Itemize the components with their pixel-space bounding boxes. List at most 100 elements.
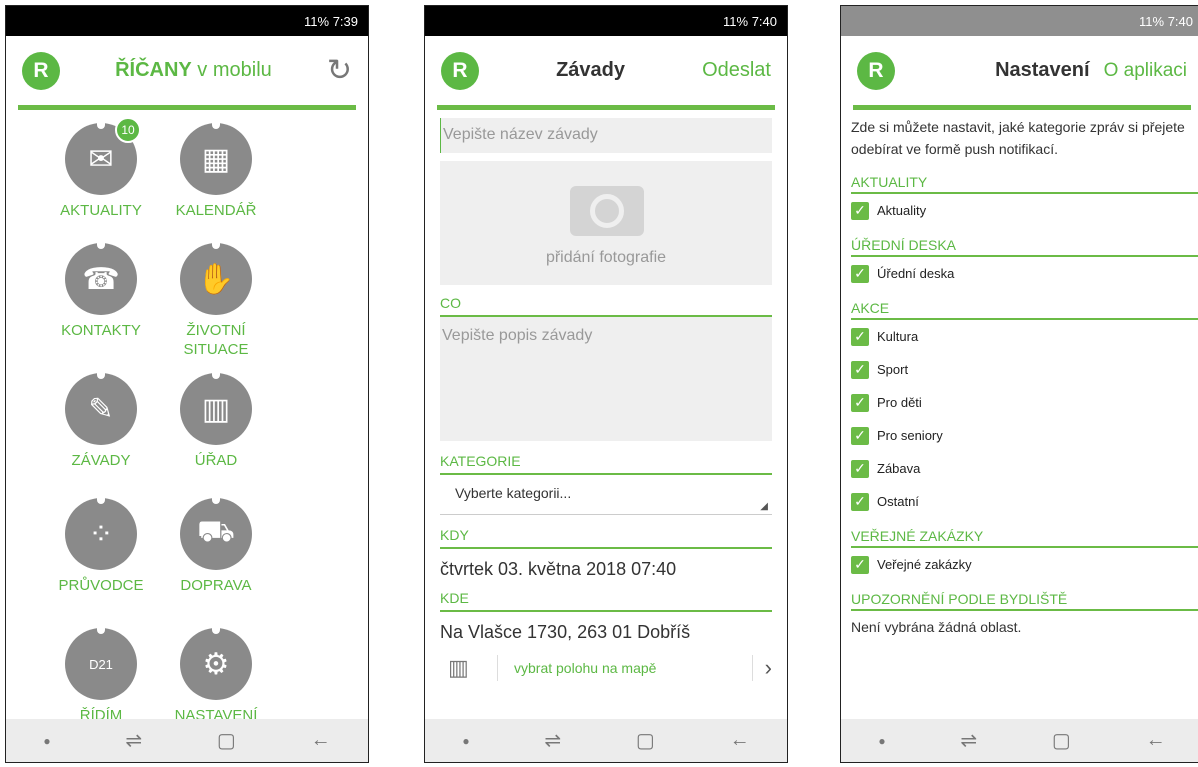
- checkmark-icon[interactable]: ✓: [851, 459, 869, 478]
- app-bar: R ŘÍČANY v mobilu ↻: [18, 36, 356, 110]
- d21-icon: D21: [65, 624, 137, 700]
- refresh-icon[interactable]: ↻: [327, 53, 352, 88]
- home-icon[interactable]: ▢: [636, 728, 655, 753]
- settings-section-title: AKTUALITY: [851, 174, 1198, 194]
- notification-checkbox[interactable]: ✓ Pro seniory: [851, 419, 1198, 452]
- menu-tile-label: KONTAKTY: [61, 322, 141, 339]
- status-text: 11% 7:40: [723, 13, 777, 29]
- photo-label: přidání fotografie: [545, 249, 667, 266]
- menu-tile-label: ZÁVADY: [71, 452, 131, 469]
- app-logo[interactable]: R: [857, 51, 895, 90]
- nav-dot-icon[interactable]: ●: [462, 734, 469, 748]
- notification-checkbox[interactable]: ✓ Kultura: [851, 320, 1198, 353]
- menu-tile[interactable]: ✎ ZÁVADY: [36, 369, 166, 470]
- settings-section-title: ÚŘEDNÍ DESKA: [851, 237, 1198, 257]
- status-bar: 11% 7:40: [841, 6, 1198, 36]
- checkmark-icon[interactable]: ✓: [851, 327, 869, 346]
- menu-tile[interactable]: ⁘ PRŮVODCE: [36, 494, 166, 595]
- checkmark-icon[interactable]: ✓: [851, 492, 869, 511]
- title-city: ŘÍČANY: [115, 59, 192, 81]
- unread-badge: 10: [115, 117, 141, 143]
- app-logo[interactable]: R: [441, 51, 479, 90]
- back-icon[interactable]: ←: [1146, 729, 1166, 752]
- menu-tile[interactable]: ⚙ NASTAVENÍ: [151, 624, 281, 725]
- add-photo-button[interactable]: přidání fotografie: [440, 161, 772, 285]
- menu-tile[interactable]: ⛟ DOPRAVA: [151, 494, 281, 595]
- notification-checkbox[interactable]: ✓ Ostatní: [851, 485, 1198, 518]
- datetime-value[interactable]: čtvrtek 03. května 2018 07:40: [440, 549, 772, 590]
- address-value: Na Vlašce 1730, 263 01 Dobříš: [440, 622, 691, 642]
- defect-description-input[interactable]: Vepište popis závady: [440, 317, 772, 441]
- app-logo[interactable]: R: [22, 51, 60, 90]
- back-icon[interactable]: ←: [311, 729, 331, 752]
- map-picker-row[interactable]: ▥ vybrat polohu na mapě ›: [440, 649, 772, 687]
- checkmark-icon[interactable]: ✓: [851, 393, 869, 412]
- kategorie-section-label: KATEGORIE: [440, 453, 772, 475]
- menu-tile[interactable]: ☎ KONTAKTY: [36, 239, 166, 340]
- menu-tile[interactable]: D21 ŘÍDÍM: [36, 624, 166, 725]
- defect-name-input[interactable]: Vepište název závady: [440, 118, 772, 153]
- phone-icon: ☎: [65, 239, 137, 315]
- notification-checkbox[interactable]: ✓ Zábava: [851, 452, 1198, 485]
- back-icon[interactable]: ←: [730, 729, 750, 752]
- recent-apps-icon[interactable]: ⇌: [125, 728, 142, 753]
- send-button[interactable]: Odeslat: [702, 59, 771, 82]
- menu-tile-label: ÚŘAD: [194, 452, 238, 469]
- page-title: Nastavení: [995, 59, 1090, 81]
- menu-tile-label: PRŮVODCE: [58, 577, 144, 594]
- menu-tile-label: ŽIVOTNÍ SITUACE: [183, 322, 249, 358]
- gears-icon: ⚙: [180, 624, 252, 700]
- checkmark-icon[interactable]: ✓: [851, 426, 869, 445]
- notification-checkbox[interactable]: ✓ Veřejné zakázky: [851, 548, 1198, 581]
- nav-dot-icon[interactable]: ●: [43, 734, 50, 748]
- home-icon[interactable]: ▢: [217, 728, 236, 753]
- notification-checkbox[interactable]: ✓ Sport: [851, 353, 1198, 386]
- settings-intro: Zde si můžete nastavit, jaké kategorie z…: [851, 119, 1185, 157]
- about-app-link[interactable]: O aplikaci: [1104, 60, 1187, 82]
- checkmark-icon[interactable]: ✓: [851, 360, 869, 379]
- camera-icon: [570, 186, 644, 236]
- page-title: Závady: [556, 59, 625, 81]
- nav-dot-icon[interactable]: ●: [878, 734, 885, 748]
- co-section-label: CO: [440, 295, 772, 317]
- kdy-section-label: KDY: [440, 527, 772, 549]
- home-icon[interactable]: ▢: [1052, 728, 1071, 753]
- settings-section-title: VEŘEJNÉ ZAKÁZKY: [851, 528, 1198, 548]
- no-area-text: Není vybrána žádná oblast.: [851, 619, 1022, 635]
- category-select-value: Vyberte kategorii...: [455, 485, 572, 501]
- checkbox-label: Aktuality: [877, 203, 927, 218]
- notification-checkbox[interactable]: ✓ Úřední deska: [851, 257, 1198, 290]
- calendar-icon: ▦: [180, 119, 252, 195]
- recent-apps-icon[interactable]: ⇌: [544, 728, 561, 753]
- checkbox-label: Sport: [877, 362, 909, 377]
- dropdown-corner-icon: ◢: [760, 501, 768, 512]
- chevron-right-icon[interactable]: ›: [751, 655, 772, 681]
- menu-tile[interactable]: ▥ ÚŘAD: [151, 369, 281, 470]
- menu-tile[interactable]: ▦ KALENDÁŘ: [151, 119, 281, 220]
- notification-checkbox[interactable]: ✓ Aktuality: [851, 194, 1198, 227]
- wrench-icon: ✎: [65, 369, 137, 445]
- settings-section-title: AKCE: [851, 300, 1198, 320]
- app-bar: R Závady Odeslat: [437, 36, 775, 110]
- checkbox-label: Zábava: [877, 461, 921, 476]
- category-select[interactable]: Vyberte kategorii... ◢: [440, 475, 772, 515]
- checkbox-label: Úřední deska: [877, 266, 955, 281]
- menu-tile-label: DOPRAVA: [180, 577, 252, 594]
- status-text: 11% 7:39: [304, 13, 358, 29]
- checkbox-label: Pro děti: [877, 395, 922, 410]
- car-icon: ⛟: [180, 494, 252, 570]
- map-link[interactable]: vybrat polohu na mapě: [498, 660, 752, 676]
- notification-checkbox[interactable]: ✓ Pro děti: [851, 386, 1198, 419]
- footprints-icon: ⁘: [65, 494, 137, 570]
- menu-tile[interactable]: ✉ 10 AKTUALITY: [36, 117, 166, 220]
- map-icon: ▥: [440, 655, 498, 681]
- checkbox-label: Ostatní: [877, 494, 919, 509]
- menu-tile[interactable]: ✋ ŽIVOTNÍ SITUACE: [151, 239, 281, 359]
- phone-screen-home: 11% 7:39 R ŘÍČANY v mobilu ↻ ✉ 10 AKTUALIT…: [5, 5, 369, 763]
- checkmark-icon[interactable]: ✓: [851, 201, 869, 220]
- checkmark-icon[interactable]: ✓: [851, 264, 869, 283]
- phone-screen-zavady: 11% 7:40 R Závady Odeslat Vepište název …: [424, 5, 788, 763]
- checkmark-icon[interactable]: ✓: [851, 555, 869, 574]
- recent-apps-icon[interactable]: ⇌: [960, 728, 977, 753]
- status-bar: 11% 7:39: [6, 6, 368, 36]
